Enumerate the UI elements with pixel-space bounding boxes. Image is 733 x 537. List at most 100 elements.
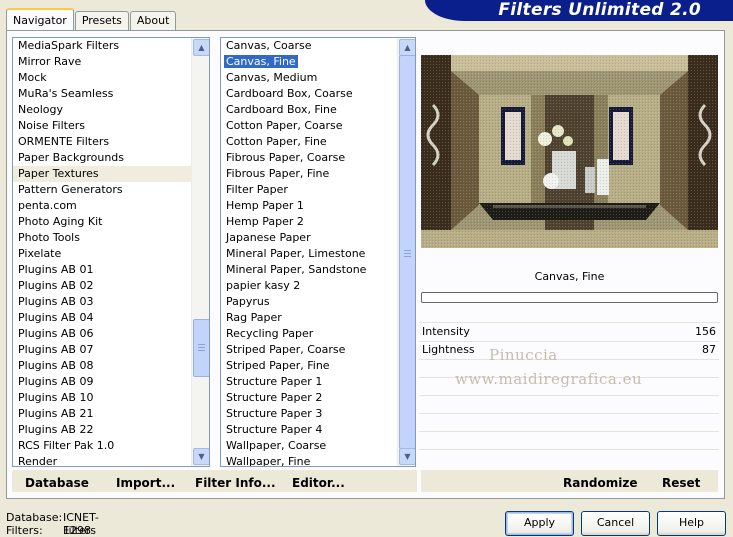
scroll-up-icon[interactable]: ▲ xyxy=(399,39,415,56)
category-item[interactable]: Photo Aging Kit xyxy=(13,214,192,230)
category-item[interactable]: penta.com xyxy=(13,198,192,214)
filter-item[interactable]: Structure Paper 3 xyxy=(221,406,398,422)
category-item[interactable]: Photo Tools xyxy=(13,230,192,246)
filter-item[interactable]: Papyrus xyxy=(221,294,398,310)
category-item[interactable]: Paper Textures xyxy=(13,166,192,182)
scroll-down-icon[interactable]: ▼ xyxy=(399,448,415,465)
category-item-label: Plugins AB 08 xyxy=(18,359,94,372)
filter-item-label: Cotton Paper, Coarse xyxy=(226,119,343,132)
filter-item-label: papier kasy 2 xyxy=(226,279,301,292)
filter-item[interactable]: Rag Paper xyxy=(221,310,398,326)
status-filters: Filters: 1298 xyxy=(6,524,91,537)
category-item[interactable]: Plugins AB 03 xyxy=(13,294,192,310)
editor-link[interactable]: Editor... xyxy=(292,470,345,496)
category-item-label: Photo Tools xyxy=(18,231,80,244)
category-item[interactable]: Mock xyxy=(13,70,192,86)
category-item[interactable]: Pixelate xyxy=(13,246,192,262)
scroll-down-icon[interactable]: ▼ xyxy=(193,448,209,465)
right-action-bar: Randomize Reset xyxy=(421,470,718,492)
category-item[interactable]: Plugins AB 21 xyxy=(13,406,192,422)
filter-item[interactable]: Cotton Paper, Fine xyxy=(221,134,398,150)
filter-item[interactable]: Structure Paper 1 xyxy=(221,374,398,390)
filter-item[interactable]: Fibrous Paper, Fine xyxy=(221,166,398,182)
filter-item-label: Cardboard Box, Coarse xyxy=(226,87,353,100)
category-item[interactable]: MediaSpark Filters xyxy=(13,38,192,54)
category-item[interactable]: ORMENTE Filters xyxy=(13,134,192,150)
filter-item[interactable]: Cotton Paper, Coarse xyxy=(221,118,398,134)
category-item-label: Plugins AB 22 xyxy=(18,423,94,436)
filter-item[interactable]: Cardboard Box, Coarse xyxy=(221,86,398,102)
filter-list[interactable]: Canvas, Coarse Canvas, Fine Canvas, Medium… xyxy=(220,37,416,467)
filter-item[interactable]: Fibrous Paper, Coarse xyxy=(221,150,398,166)
watermark-url: www.maidiregrafica.eu xyxy=(455,370,643,388)
import-link[interactable]: Import... xyxy=(116,470,175,496)
category-item[interactable]: Plugins AB 07 xyxy=(13,342,192,358)
filter-item-label: Fibrous Paper, Fine xyxy=(226,167,330,180)
category-item[interactable]: Pattern Generators xyxy=(13,182,192,198)
tab-navigator[interactable]: Navigator xyxy=(6,8,74,31)
category-item-label: ORMENTE Filters xyxy=(18,135,110,148)
category-list[interactable]: MediaSpark Filters Mirror Rave Mock MuRa's … xyxy=(12,37,210,467)
category-item[interactable]: Plugins AB 01 xyxy=(13,262,192,278)
filter-item[interactable]: Striped Paper, Fine xyxy=(221,358,398,374)
category-item[interactable]: Noise Filters xyxy=(13,118,192,134)
preview-artwork xyxy=(421,55,718,248)
category-item[interactable]: Plugins AB 04 xyxy=(13,310,192,326)
param-lightness[interactable]: Lightness 87 xyxy=(419,342,719,358)
category-item[interactable]: Render xyxy=(13,454,192,466)
filter-item[interactable]: Wallpaper, Fine xyxy=(221,454,398,466)
filter-item[interactable]: Wallpaper, Coarse xyxy=(221,438,398,454)
title-banner: Filters Unlimited 2.0 xyxy=(425,0,733,21)
tab-about[interactable]: About xyxy=(129,11,177,30)
tab-strip: Navigator Presets About xyxy=(6,8,177,31)
filter-scrollbar[interactable]: ▲ ▼ xyxy=(397,38,415,466)
filter-item[interactable]: Japanese Paper xyxy=(221,230,398,246)
filter-item[interactable]: Hemp Paper 1 xyxy=(221,198,398,214)
filter-item[interactable]: Mineral Paper, Limestone xyxy=(221,246,398,262)
filter-item-label: Canvas, Medium xyxy=(226,71,318,84)
filter-item[interactable]: Hemp Paper 2 xyxy=(221,214,398,230)
filter-item[interactable]: Filter Paper xyxy=(221,182,398,198)
category-item[interactable]: Plugins AB 22 xyxy=(13,422,192,438)
category-scrollbar[interactable]: ▲ ▼ xyxy=(191,38,209,466)
category-item[interactable]: Neology xyxy=(13,102,192,118)
param-intensity[interactable]: Intensity 156 xyxy=(419,324,719,340)
filter-item[interactable]: Recycling Paper xyxy=(221,326,398,342)
help-button[interactable]: Help xyxy=(657,511,726,536)
category-item-label: MuRa's Seamless xyxy=(18,87,114,100)
filter-info-link[interactable]: Filter Info... xyxy=(195,470,276,496)
randomize-link[interactable]: Randomize xyxy=(563,470,637,496)
scroll-thumb[interactable] xyxy=(399,55,415,449)
filter-item[interactable]: Striped Paper, Coarse xyxy=(221,342,398,358)
category-item[interactable]: Plugins AB 09 xyxy=(13,374,192,390)
filter-item[interactable]: Canvas, Medium xyxy=(221,70,398,86)
category-item[interactable]: Paper Backgrounds xyxy=(13,150,192,166)
category-item[interactable]: Plugins AB 06 xyxy=(13,326,192,342)
filter-item-label: Canvas, Coarse xyxy=(226,39,312,52)
tab-presets[interactable]: Presets xyxy=(74,11,129,30)
filter-item[interactable]: Mineral Paper, Sandstone xyxy=(221,262,398,278)
reset-link[interactable]: Reset xyxy=(662,470,700,496)
category-item[interactable]: RCS Filter Pak 1.0 xyxy=(13,438,192,454)
scroll-thumb[interactable] xyxy=(193,319,209,377)
category-item[interactable]: Plugins AB 10 xyxy=(13,390,192,406)
scroll-up-icon[interactable]: ▲ xyxy=(193,39,209,56)
category-item[interactable]: Plugins AB 02 xyxy=(13,278,192,294)
filter-item[interactable]: Canvas, Coarse xyxy=(221,38,398,54)
filter-item-label: Mineral Paper, Limestone xyxy=(226,247,366,260)
filter-item[interactable]: Cardboard Box, Fine xyxy=(221,102,398,118)
filter-item[interactable]: Canvas, Fine xyxy=(221,54,398,70)
category-item[interactable]: Plugins AB 08 xyxy=(13,358,192,374)
category-item[interactable]: MuRa's Seamless xyxy=(13,86,192,102)
category-item-label: Pattern Generators xyxy=(18,183,123,196)
cancel-button[interactable]: Cancel xyxy=(581,511,650,536)
category-item[interactable]: Mirror Rave xyxy=(13,54,192,70)
category-item-label: MediaSpark Filters xyxy=(18,39,120,52)
filter-item-label: Rag Paper xyxy=(226,311,282,324)
filter-item[interactable]: papier kasy 2 xyxy=(221,278,398,294)
apply-button[interactable]: Apply xyxy=(505,511,574,536)
filter-item[interactable]: Structure Paper 2 xyxy=(221,390,398,406)
filter-item[interactable]: Structure Paper 4 xyxy=(221,422,398,438)
filter-item-label: Mineral Paper, Sandstone xyxy=(226,263,367,276)
database-link[interactable]: Database xyxy=(25,470,89,496)
